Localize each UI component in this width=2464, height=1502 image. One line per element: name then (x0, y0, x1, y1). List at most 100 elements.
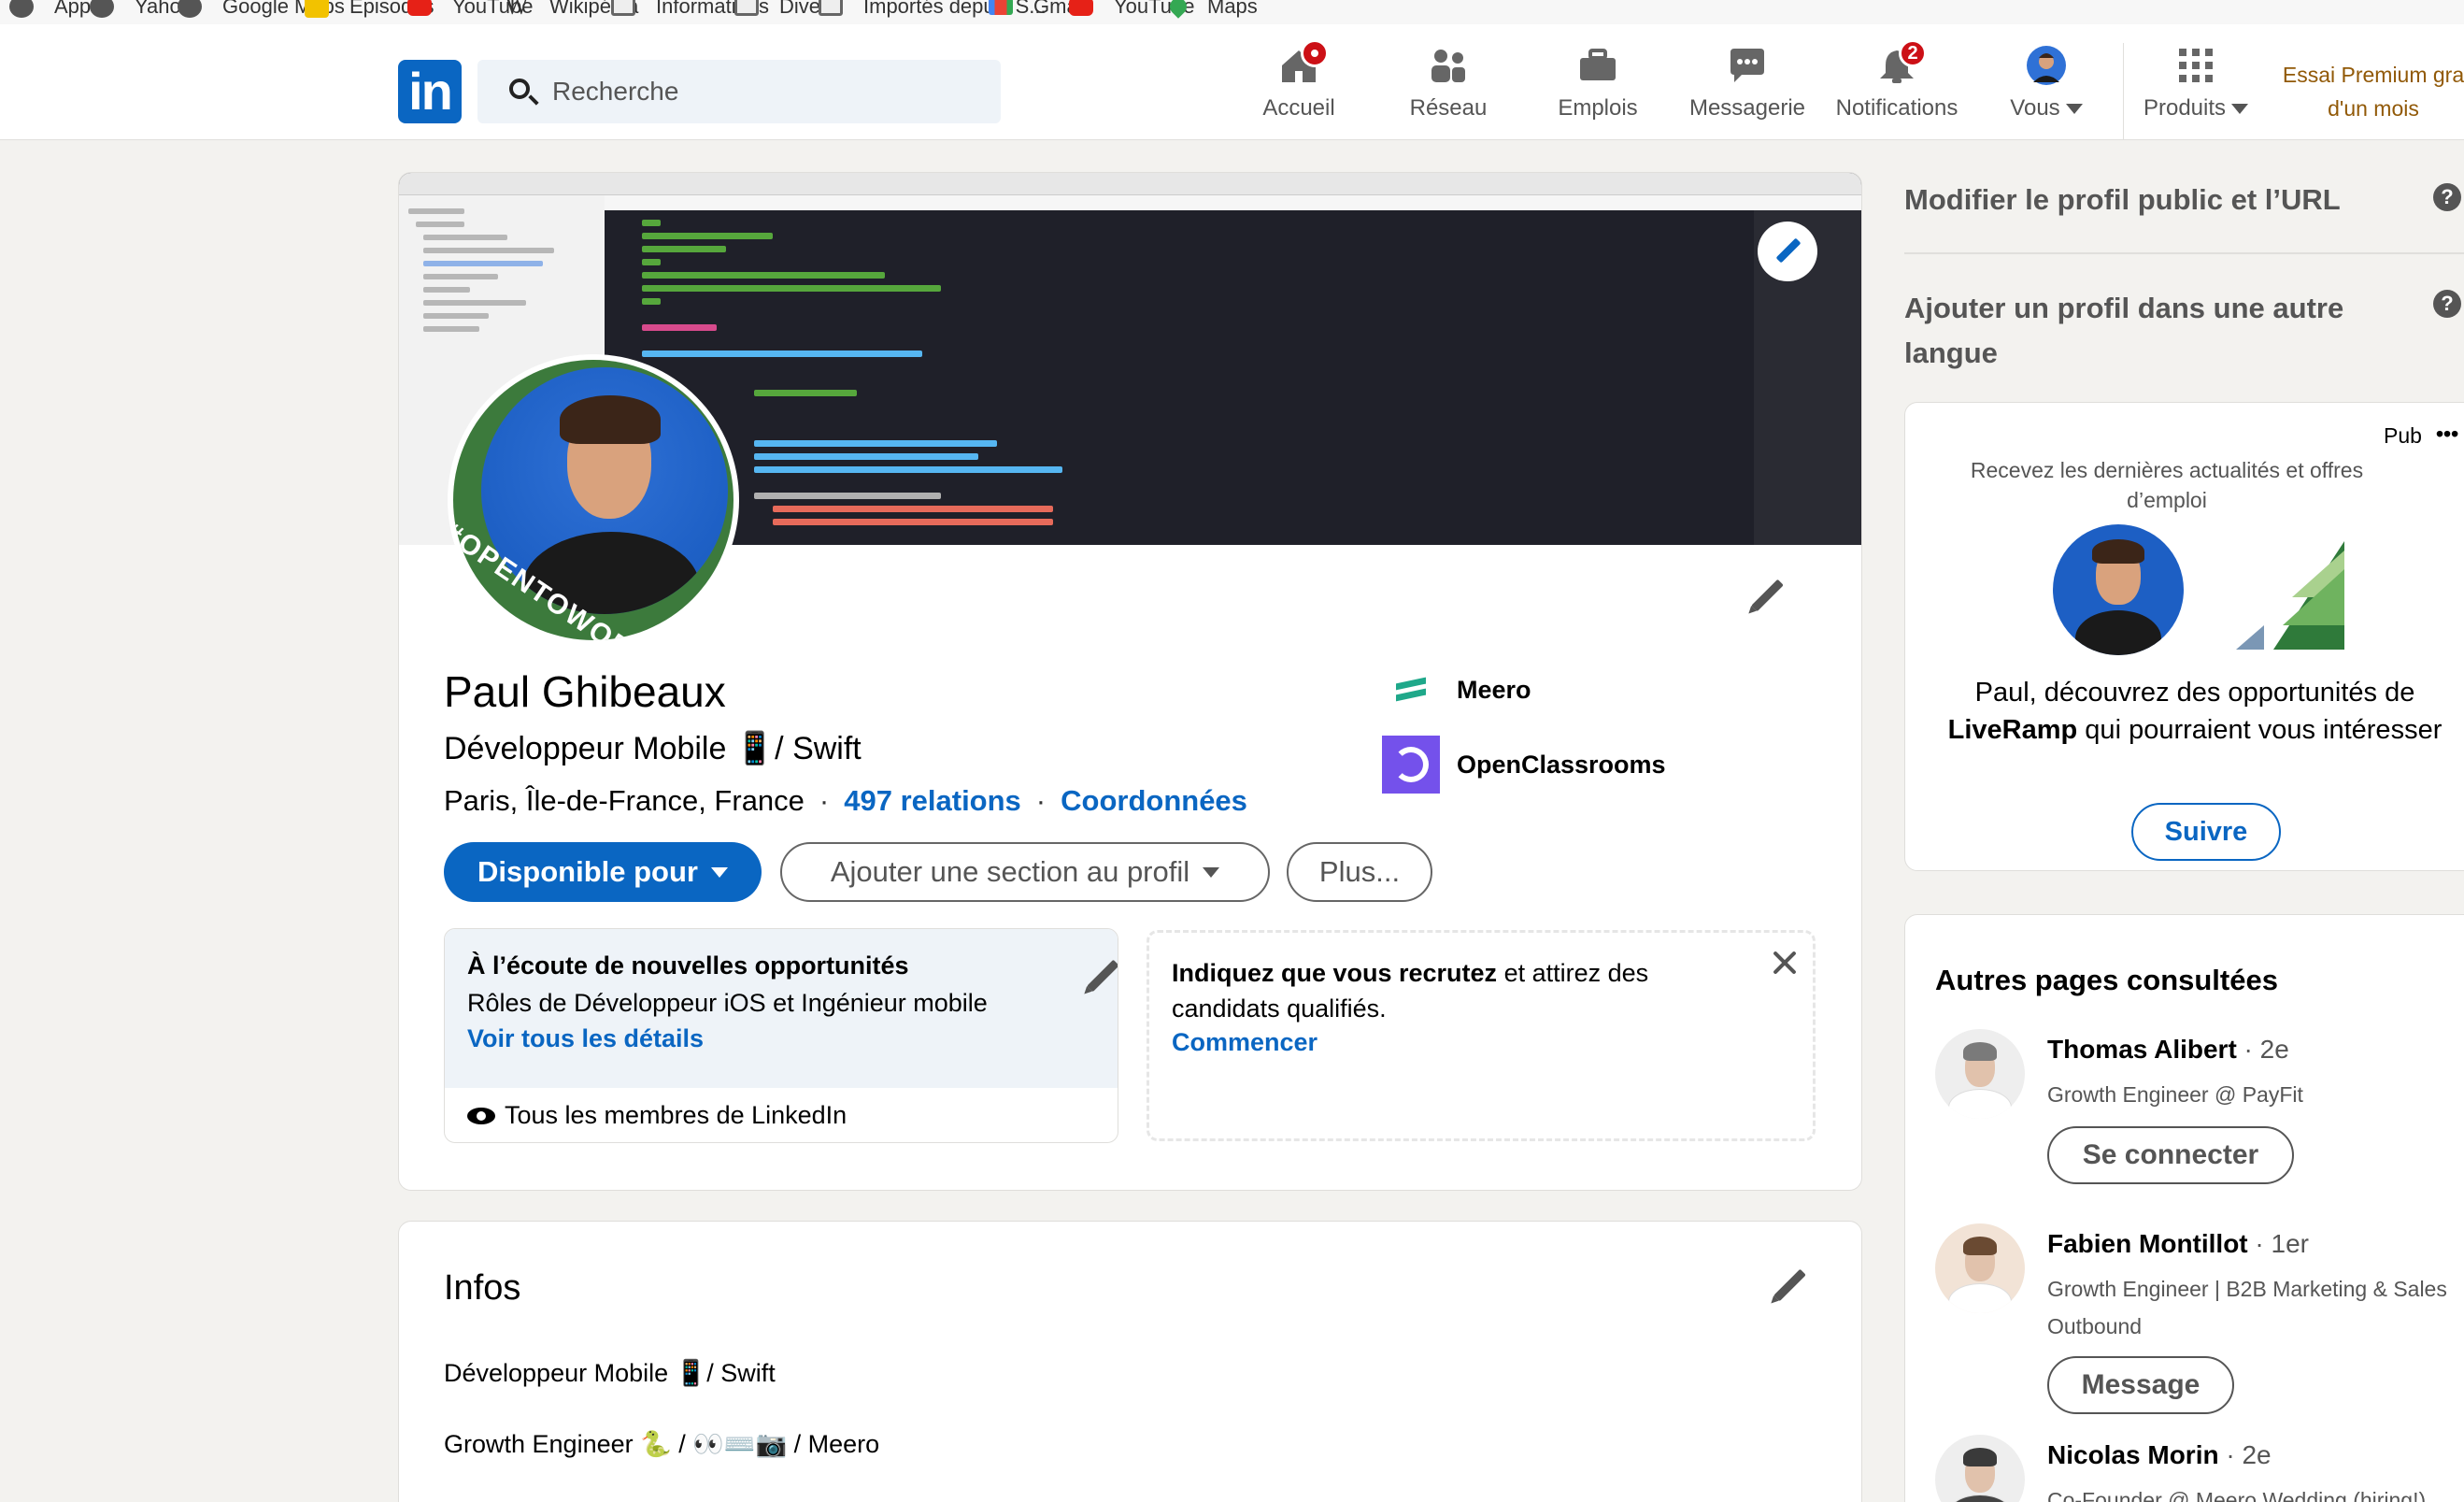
profile-card: #OPENTOWORK Paul Ghibeaux Développeur Mo… (398, 172, 1862, 1191)
folder-icon (819, 0, 843, 16)
contact-info-link[interactable]: Coordonnées (1061, 784, 1247, 818)
notification-dot (1301, 39, 1329, 67)
cover-code-editor (605, 210, 1754, 545)
pencil-icon (1773, 1268, 1806, 1302)
globe-icon (9, 0, 34, 18)
nav-me[interactable]: Vous (1962, 46, 2130, 140)
notifications-badge: 2 (1899, 39, 1927, 67)
people-also-viewed-title: Autres pages consultées (1935, 964, 2278, 996)
ad-subtitle: Recevez les dernières actualités et offr… (1970, 458, 2364, 512)
ad-options-button[interactable]: ••• (2436, 422, 2458, 447)
avatar[interactable] (1935, 1435, 2025, 1502)
open-to-work-frame: #OPENTOWORK (453, 360, 734, 640)
close-icon[interactable] (1770, 948, 1800, 978)
hiring-prompt-text: Indiquez que vous recrutez et attirez de… (1172, 959, 1649, 1023)
profile-photo[interactable]: #OPENTOWORK (448, 354, 739, 646)
about-title: Infos (444, 1268, 521, 1308)
grid-icon (2175, 47, 2216, 84)
nav-notifications[interactable]: 2 Notifications (1813, 39, 1981, 140)
briefcase-icon (1577, 47, 1618, 84)
globe-icon (178, 0, 202, 18)
podcast-icon (305, 0, 329, 18)
see-all-details-link[interactable]: Voir tous les détails (467, 1024, 704, 1053)
open-to-work-box: À l’écoute de nouvelles opportunités Rôl… (444, 928, 1118, 1143)
navbar-divider (2123, 43, 2124, 140)
add-section-button[interactable]: Ajouter une section au profil (780, 842, 1270, 902)
bookmark-maps[interactable]: Maps (1166, 0, 1258, 21)
nav-products[interactable]: Produits (2130, 47, 2261, 140)
avatar[interactable] (1935, 1029, 2025, 1119)
search-input[interactable] (552, 60, 982, 123)
openclassrooms-logo (1382, 736, 1440, 794)
search-icon (509, 79, 530, 99)
edit-about-button[interactable] (1769, 1266, 1810, 1308)
edit-intro-button[interactable] (1746, 577, 1787, 618)
meero-logo (1382, 661, 1440, 719)
list-item: Nicolas Morin · 2e Co-Founder @ Meero We… (1935, 1435, 2464, 1502)
chat-icon (1727, 47, 1768, 84)
home-icon (1278, 39, 1329, 84)
connections-link[interactable]: 497 relations (844, 784, 1021, 818)
chevron-down-icon (710, 866, 728, 878)
add-language-profile-link[interactable]: Ajouter un profil dans une autre langue (1904, 286, 2390, 376)
premium-trial-link[interactable]: Essai Premium gra d'un mois (2261, 58, 2464, 125)
help-icon[interactable]: ? (2433, 183, 2461, 211)
company-openclassrooms[interactable]: OpenClassrooms (1382, 736, 1666, 794)
people-also-viewed-card: Autres pages consultées Thomas Alibert ·… (1904, 914, 2464, 1502)
nav-jobs[interactable]: Emplois (1514, 47, 1682, 140)
open-to-work-roles: Rôles de Développeur iOS et Ingénieur mo… (467, 989, 988, 1017)
more-button[interactable]: Plus... (1287, 842, 1432, 902)
gmail-icon (989, 0, 1013, 15)
avatar[interactable] (1935, 1223, 2025, 1313)
chevron-down-icon (2231, 104, 2249, 115)
location-row: Paris, Île-de-France, France · 497 relat… (444, 784, 1247, 818)
follow-button[interactable]: Suivre (2131, 803, 2281, 861)
about-line: Développeur Mobile 📱/ Swift (444, 1359, 776, 1387)
network-icon (1428, 47, 1469, 84)
cover-xcode-toolbar (399, 173, 1861, 195)
folder-icon (611, 0, 635, 16)
rail-divider (1904, 252, 2464, 254)
eye-icon (467, 1107, 495, 1124)
globe-icon (90, 0, 114, 18)
top-navbar: in Accueil Réseau Emplois Messagerie 2 (0, 24, 2464, 140)
profile-name: Paul Ghibeaux (444, 667, 726, 716)
youtube-icon (1069, 0, 1093, 16)
pencil-icon (1087, 959, 1118, 993)
pencil-icon (1751, 579, 1784, 612)
open-to-work-title: À l’écoute de nouvelles opportunités (467, 951, 909, 980)
profile-location: Paris, Île-de-France, France (444, 784, 805, 817)
open-to-work-visibility: Tous les membres de LinkedIn (467, 1101, 847, 1130)
open-to-button[interactable]: Disponible pour (444, 842, 762, 902)
nav-home[interactable]: Accueil (1215, 39, 1383, 140)
message-button[interactable]: Message (2047, 1356, 2234, 1414)
search-bar[interactable] (477, 60, 1001, 123)
company-meero[interactable]: Meero (1382, 661, 1531, 719)
nav-messaging[interactable]: Messagerie (1663, 47, 1831, 140)
nav-network[interactable]: Réseau (1364, 47, 1532, 140)
bell-icon: 2 (1876, 39, 1927, 84)
edit-cover-button[interactable] (1758, 222, 1817, 281)
linkedin-logo[interactable]: in (398, 60, 462, 123)
profile-headline: Développeur Mobile 📱/ Swift (444, 731, 862, 766)
folder-icon (734, 0, 759, 16)
wikipedia-icon: W (505, 0, 529, 20)
maps-pin-icon (1166, 0, 1190, 19)
ad-user-photo (2053, 524, 2184, 655)
about-line: Growth Engineer 🐍 / 👀⌨️📷 / Meero (444, 1430, 880, 1458)
edit-public-profile-link[interactable]: Modifier le profil public et l’URL (1904, 178, 2390, 222)
edit-open-to-work-button[interactable] (1082, 957, 1118, 998)
get-started-link[interactable]: Commencer (1172, 1028, 1317, 1057)
chevron-down-icon (2065, 104, 2083, 115)
about-card: Infos Développeur Mobile 📱/ Swift Growth… (398, 1221, 1862, 1502)
ad-label: Pub (2384, 423, 2422, 448)
bookmarks-bar: Apple Yahoo! Google Maps Episodes YouTub… (0, 0, 2464, 24)
ad-text: Paul, découvrez des opportunités de Live… (1947, 678, 2443, 745)
liveramp-logo (2236, 541, 2344, 650)
cover-xcode-pathbar (605, 195, 1861, 210)
chevron-down-icon (1203, 866, 1220, 878)
hiring-prompt-box: Indiquez que vous recrutez et attirez de… (1147, 930, 1816, 1141)
help-icon[interactable]: ? (2433, 290, 2461, 318)
youtube-icon (407, 0, 432, 16)
connect-button[interactable]: Se connecter (2047, 1126, 2294, 1184)
